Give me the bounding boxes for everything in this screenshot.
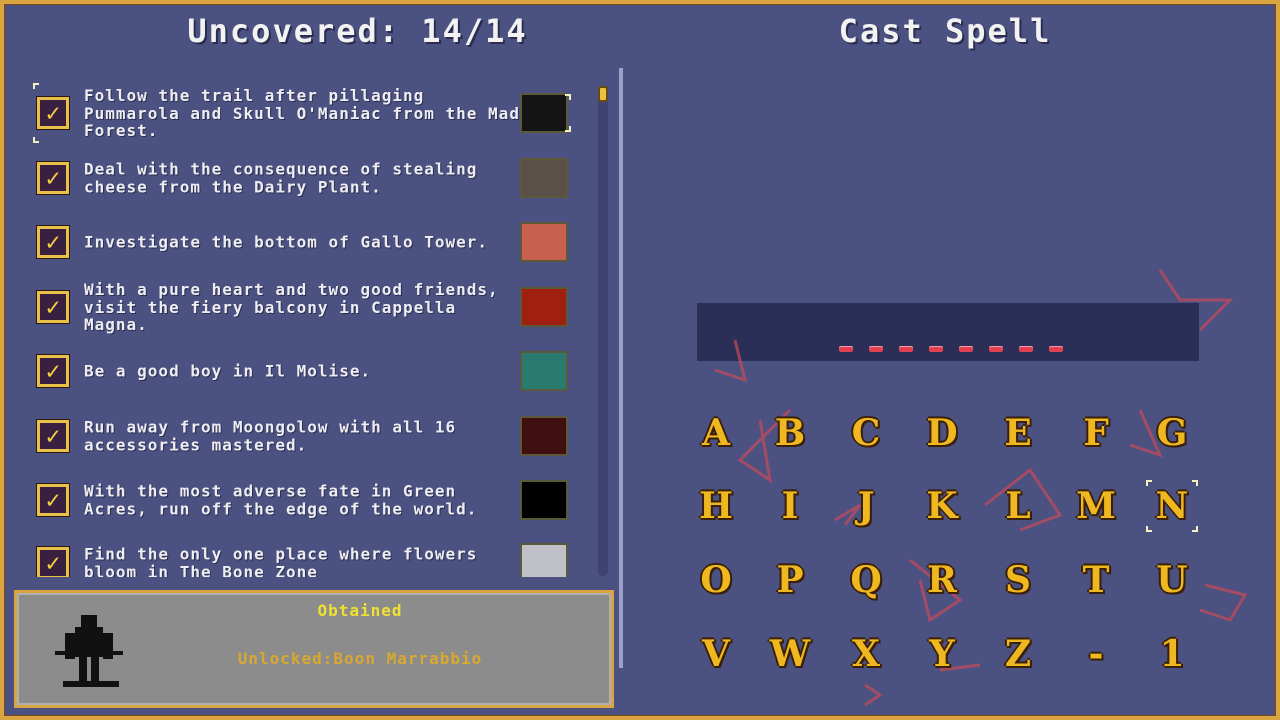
spell-slot (929, 346, 943, 352)
checkbox-checked-icon: ✓ (37, 484, 69, 516)
scrollbar[interactable] (598, 86, 608, 576)
reward-text: Unlocked:Boon Marrabbio (237, 649, 483, 668)
key-s[interactable]: S (988, 552, 1048, 608)
key-o[interactable]: O (686, 552, 746, 608)
key-k[interactable]: K (912, 478, 972, 534)
key-m[interactable]: M (1066, 478, 1126, 534)
key-u[interactable]: U (1142, 552, 1202, 608)
key-c[interactable]: C (836, 405, 896, 461)
secret-thumbnail-icon (520, 222, 568, 262)
spell-slot (959, 346, 973, 352)
status-text: Obtained (317, 601, 403, 620)
selection-corner (1192, 526, 1198, 532)
key-e[interactable]: E (988, 405, 1048, 461)
key-j[interactable]: J (836, 478, 896, 534)
checkbox-checked-icon: ✓ (37, 162, 69, 194)
key-a[interactable]: A (686, 405, 746, 461)
key-v[interactable]: V (686, 626, 746, 682)
checkbox-checked-icon: ✓ (37, 420, 69, 452)
key-f[interactable]: F (1066, 405, 1126, 461)
selection-corner (1192, 480, 1198, 486)
secret-list-item[interactable]: ✓ Be a good boy in Il Molise. (30, 339, 575, 403)
key-d[interactable]: D (912, 405, 972, 461)
key-i[interactable]: I (760, 478, 820, 534)
secret-list-item[interactable]: ✓ With the most adverse fate in Green Ac… (30, 468, 575, 532)
secret-thumbnail-icon (520, 158, 568, 198)
secret-thumbnail-icon (520, 351, 568, 391)
selection-corner (1146, 480, 1152, 486)
key-y[interactable]: Y (912, 626, 972, 682)
spell-slot (989, 346, 1003, 352)
secret-thumbnail-icon (520, 543, 568, 577)
selection-corner (33, 83, 39, 89)
key-b[interactable]: B (760, 405, 820, 461)
secret-list-item[interactable]: ✓ With a pure heart and two good friends… (30, 275, 575, 339)
key-g[interactable]: G (1142, 405, 1202, 461)
selection-corner (1146, 526, 1152, 532)
key-l[interactable]: L (988, 478, 1048, 534)
panel-divider (619, 68, 623, 668)
key-dash[interactable]: - (1066, 626, 1126, 682)
key-1[interactable]: 1 (1142, 626, 1202, 682)
secret-list-item[interactable]: ✓ Investigate the bottom of Gallo Tower. (30, 210, 575, 274)
selection-corner (33, 137, 39, 143)
spell-slot (869, 346, 883, 352)
checkbox-checked-icon: ✓ (37, 355, 69, 387)
secret-list-item[interactable]: ✓ Deal with the consequence of stealing … (30, 146, 575, 210)
spell-slot (899, 346, 913, 352)
key-h[interactable]: H (686, 478, 746, 534)
secret-thumbnail-icon (520, 416, 568, 456)
secret-thumbnail-icon (520, 480, 568, 520)
checkbox-checked-icon: ✓ (37, 547, 69, 577)
secret-info-panel: Obtained Unlocked:Boon Marrabbio (14, 590, 614, 708)
checkbox-checked-icon: ✓ (37, 291, 69, 323)
secret-list-item[interactable]: ✓ Follow the trail after pillaging Pumma… (30, 81, 575, 145)
secret-thumbnail-icon (520, 287, 568, 327)
secret-thumbnail-icon (520, 93, 568, 133)
cast-spell-title: Cast Spell (838, 12, 1052, 50)
key-t[interactable]: T (1066, 552, 1126, 608)
spell-slot (1019, 346, 1033, 352)
key-n[interactable]: N (1142, 478, 1202, 534)
key-r[interactable]: R (912, 552, 972, 608)
secret-description: With the most adverse fate in Green Acre… (84, 481, 478, 518)
secret-description: With a pure heart and two good friends, … (84, 279, 499, 334)
secret-list-item[interactable]: ✓ Run away from Moongolow with all 16 ac… (30, 404, 575, 468)
secret-description: Follow the trail after pillaging Pummaro… (84, 85, 520, 140)
key-q[interactable]: Q (836, 552, 896, 608)
secret-description: Investigate the bottom of Gallo Tower. (84, 232, 489, 252)
selection-corner (565, 126, 571, 132)
spell-input-field[interactable] (697, 303, 1199, 361)
secrets-list[interactable]: ✓ Follow the trail after pillaging Pumma… (0, 80, 600, 577)
spell-slot (1049, 346, 1063, 352)
checkbox-checked-icon: ✓ (37, 97, 69, 129)
secret-description: Run away from Moongolow with all 16 acce… (84, 417, 457, 454)
key-x[interactable]: X (836, 626, 896, 682)
secret-description: Be a good boy in Il Molise. (84, 361, 372, 381)
spell-slot (839, 346, 853, 352)
key-w[interactable]: W (760, 626, 820, 682)
key-z[interactable]: Z (988, 626, 1048, 682)
secret-list-item[interactable]: ✓ Find the only one place where flowers … (30, 531, 575, 577)
key-p[interactable]: P (760, 552, 820, 608)
checkbox-checked-icon: ✓ (37, 226, 69, 258)
uncovered-count-title: Uncovered: 14/14 (187, 12, 528, 50)
secret-description: Deal with the consequence of stealing ch… (84, 159, 478, 196)
secret-description: Find the only one place where flowers bl… (84, 544, 478, 577)
scrollbar-thumb[interactable] (598, 86, 608, 102)
selection-corner (565, 94, 571, 100)
